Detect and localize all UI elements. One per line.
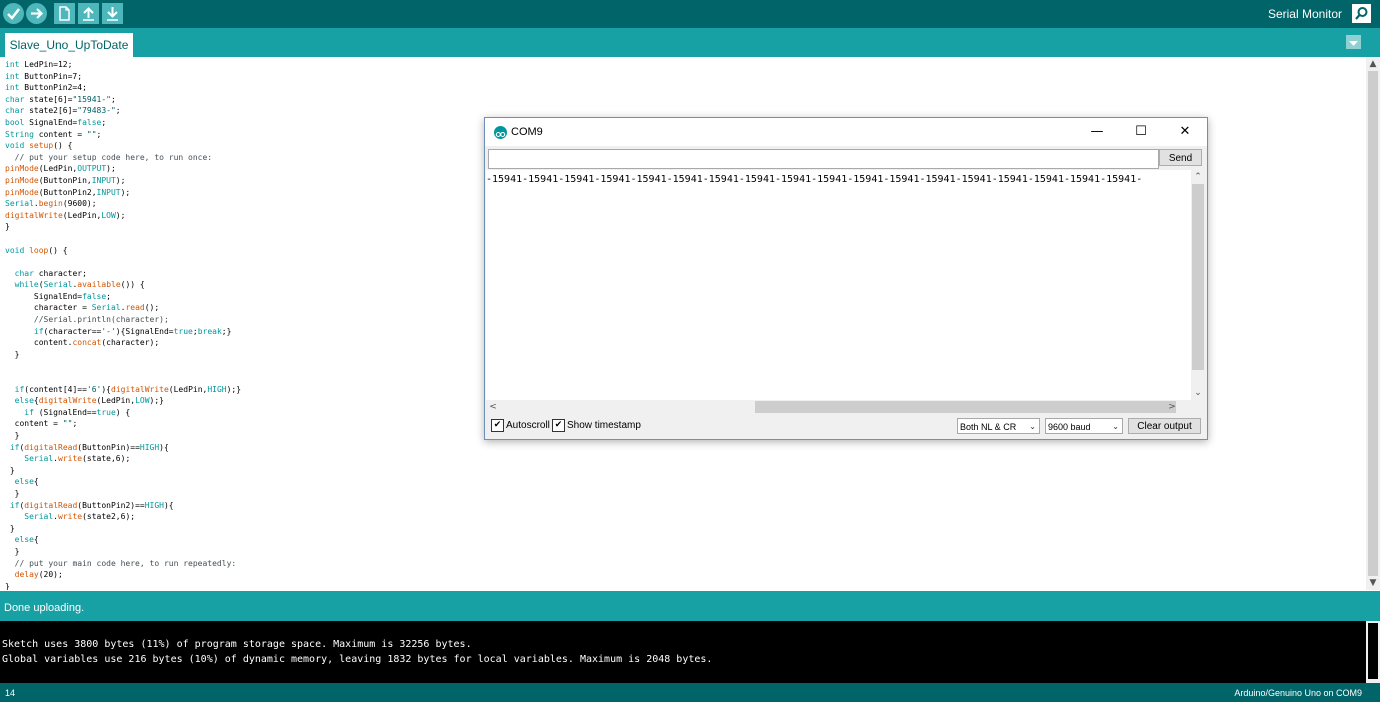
editor-scroll-thumb[interactable] <box>1368 71 1378 576</box>
window-title: COM9 <box>511 126 543 138</box>
timestamp-checkbox[interactable]: ✔ <box>552 419 565 432</box>
scroll-right-icon[interactable]: > <box>1165 401 1179 413</box>
serial-monitor-label: Serial Monitor <box>1267 7 1342 21</box>
console-line: Sketch uses 3800 bytes (11%) of program … <box>2 639 472 650</box>
status-message: Done uploading. <box>4 602 85 614</box>
serial-monitor-button[interactable] <box>1352 4 1371 23</box>
timestamp-label: Show timestamp <box>567 420 641 431</box>
tab-sketch[interactable]: Slave_Uno_UpToDate <box>5 33 133 57</box>
baud-rate-select[interactable]: 9600 baud ⌄ <box>1045 418 1123 434</box>
upload-icon <box>31 8 44 19</box>
console-line: Global variables use 216 bytes (10%) of … <box>2 654 713 665</box>
verify-icon <box>7 8 20 20</box>
scroll-down-icon[interactable]: ⌄ <box>1191 387 1205 399</box>
minimize-icon: — <box>1090 124 1104 139</box>
line-ending-select[interactable]: Both NL & CR ⌄ <box>957 418 1040 434</box>
maximize-button[interactable]: ☐ <box>1119 118 1163 146</box>
maximize-icon: ☐ <box>1135 124 1147 139</box>
status-bar: Done uploading. <box>0 591 1380 621</box>
line-ending-value: Both NL & CR <box>960 422 1017 432</box>
tab-bar: Slave_Uno_UpToDate <box>0 28 1380 57</box>
editor-scrollbar[interactable]: ▲ ▼ <box>1366 57 1380 590</box>
magnifier-icon <box>1355 7 1368 20</box>
checkmark-icon: ✔ <box>493 420 502 430</box>
scroll-down-icon[interactable]: ▼ <box>1366 577 1380 589</box>
serial-vscroll-thumb[interactable] <box>1192 184 1204 370</box>
console-scrollbar[interactable] <box>1366 621 1380 683</box>
serial-output-vscrollbar[interactable]: ⌃ ⌄ <box>1191 170 1205 400</box>
window-titlebar[interactable]: COM9 — ☐ ✕ <box>485 118 1207 146</box>
serial-bottom-bar: ✔ Autoscroll ✔ Show timestamp Both NL & … <box>486 415 1206 437</box>
scroll-up-icon[interactable]: ▲ <box>1366 58 1380 70</box>
clear-output-button[interactable]: Clear output <box>1128 418 1201 434</box>
serial-output-text: -15941-15941-15941-15941-15941-15941-159… <box>486 174 1143 185</box>
save-icon <box>107 7 118 21</box>
close-icon: ✕ <box>1179 124 1191 139</box>
checkmark-icon: ✔ <box>554 420 563 430</box>
serial-monitor-window: COM9 — ☐ ✕ Send -15941-15941-15941-15941… <box>484 117 1208 440</box>
send-button[interactable]: Send <box>1159 149 1202 166</box>
autoscroll-checkbox[interactable]: ✔ <box>491 419 504 432</box>
chevron-down-icon: ⌄ <box>1029 422 1036 431</box>
board-info: Arduino/Genuino Uno on COM9 <box>1234 688 1362 698</box>
tab-menu-button[interactable] <box>1346 35 1361 49</box>
footer-bar: 14 Arduino/Genuino Uno on COM9 <box>0 683 1380 702</box>
open-icon <box>83 7 94 21</box>
chevron-down-icon: ⌄ <box>1112 422 1119 431</box>
line-number: 14 <box>5 688 16 698</box>
serial-output: -15941-15941-15941-15941-15941-15941-159… <box>486 170 1191 400</box>
serial-hscroll-thumb[interactable] <box>755 401 1176 413</box>
toolbar: Serial Monitor <box>0 0 1380 28</box>
close-button[interactable]: ✕ <box>1163 118 1207 146</box>
serial-send-input[interactable] <box>488 149 1159 169</box>
arduino-logo-icon <box>494 126 507 139</box>
new-button[interactable] <box>54 3 75 24</box>
verify-button[interactable] <box>3 3 24 24</box>
scroll-up-icon[interactable]: ⌃ <box>1191 171 1205 183</box>
console-output: Sketch uses 3800 bytes (11%) of program … <box>0 621 1366 683</box>
scroll-left-icon[interactable]: < <box>486 401 500 413</box>
console-scroll-thumb[interactable] <box>1368 623 1378 679</box>
chevron-down-icon <box>1349 41 1358 46</box>
save-button[interactable] <box>102 3 123 24</box>
new-icon <box>59 6 70 21</box>
serial-output-hscrollbar[interactable]: < > <box>486 400 1191 414</box>
open-button[interactable] <box>78 3 99 24</box>
minimize-button[interactable]: — <box>1075 118 1119 146</box>
baud-rate-value: 9600 baud <box>1048 422 1091 432</box>
upload-button[interactable] <box>26 3 47 24</box>
autoscroll-label: Autoscroll <box>506 420 550 431</box>
